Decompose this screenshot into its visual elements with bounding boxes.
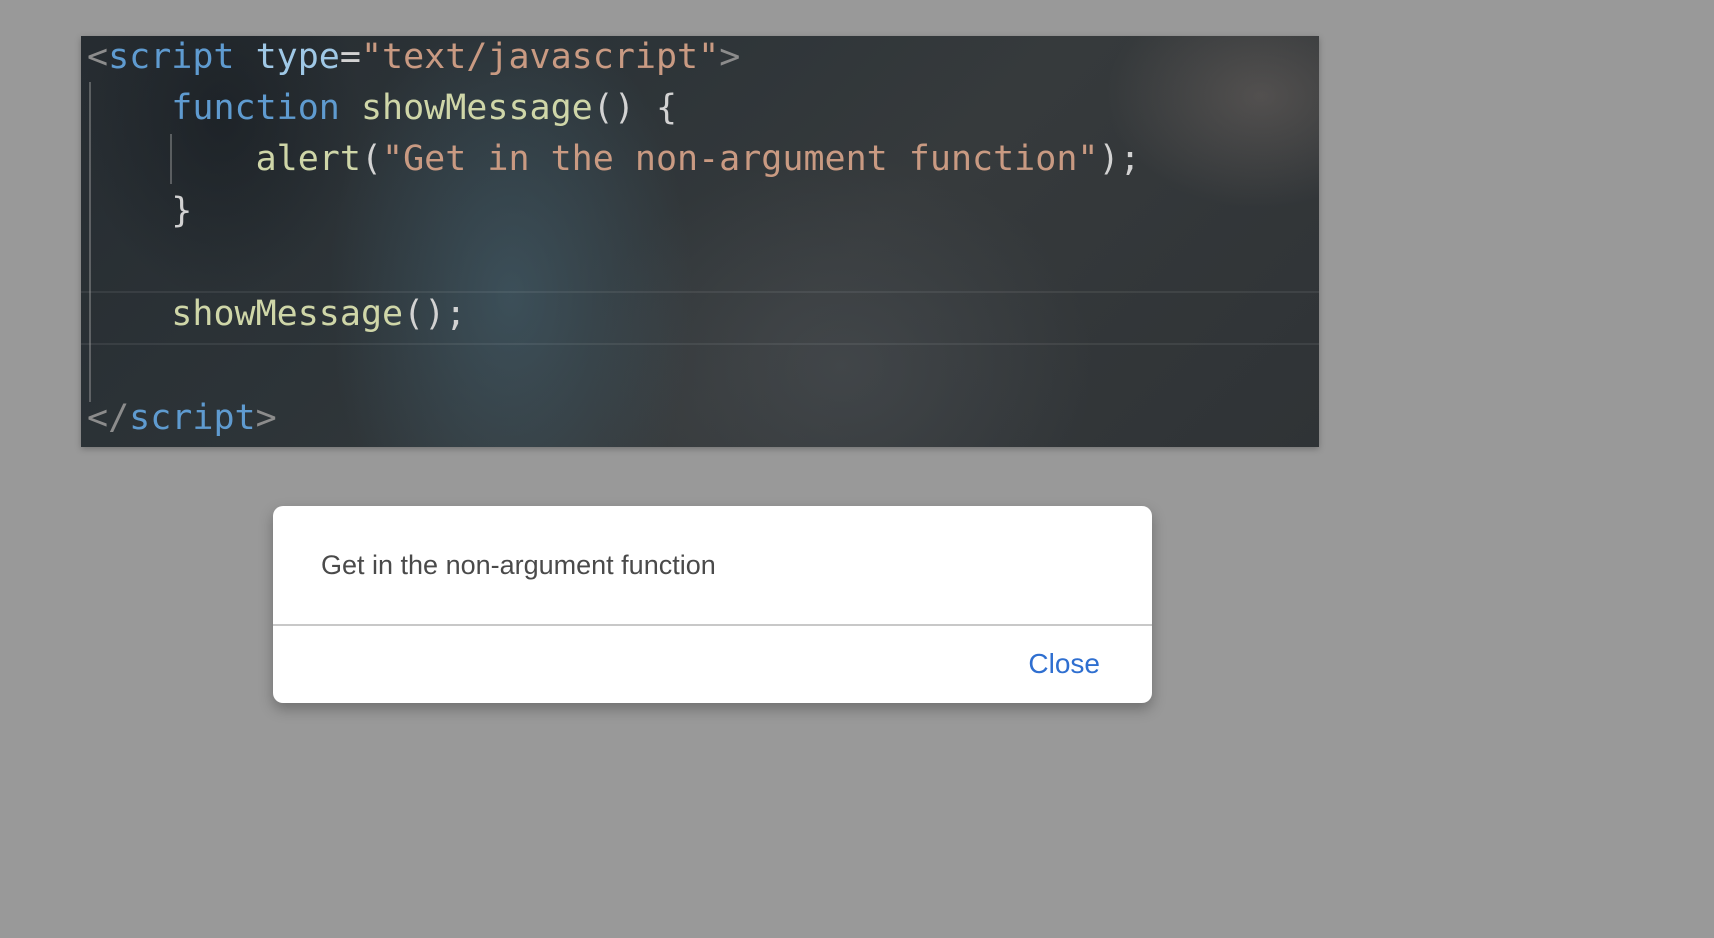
code-token-punct [87,88,171,128]
code-token-fn: showMessage [360,88,593,128]
code-token-fn: alert [255,139,361,179]
code-token-punct: } [87,191,193,231]
close-button[interactable]: Close [1028,648,1100,680]
code-token-bracket: </ [87,398,130,438]
code-token-string: "Get in the non-argument function" [382,139,1099,179]
code-line: function showMessage() { [87,87,677,129]
code-line: <script type="text/javascript"> [87,36,740,78]
code-screenshot: <script type="text/javascript"> function… [81,36,1319,447]
code-token-string: "text/javascript" [360,37,720,77]
indent-guide-outer [89,82,91,402]
code-token-tag: script [129,398,256,438]
code-line: } [87,190,192,232]
code-token-punct [340,88,361,128]
code-token-keyword: function [171,88,340,128]
code-token-punct [235,37,256,77]
code-line: showMessage(); [87,293,466,335]
code-token-bracket: < [87,37,109,77]
code-token-punct: ); [1098,139,1141,179]
code-token-bracket: > [255,398,277,438]
code-token-bracket: > [719,37,741,77]
code-token-punct: (); [403,294,467,334]
alert-dialog: Get in the non-argument function Close [273,506,1152,703]
code-token-punct: ( [360,139,383,179]
code-token-tag: script [108,37,235,77]
dialog-divider [273,624,1152,626]
alert-message: Get in the non-argument function [321,550,716,580]
code-line: </script> [87,397,277,439]
code-token-punct: () { [592,88,678,128]
code-token-punct: = [339,37,361,77]
code-token-punct [87,139,256,179]
code-token-fn: showMessage [171,294,404,334]
code-token-punct [87,294,171,334]
code-line: alert("Get in the non-argument function"… [87,138,1141,180]
code-token-attr: type [255,37,340,77]
